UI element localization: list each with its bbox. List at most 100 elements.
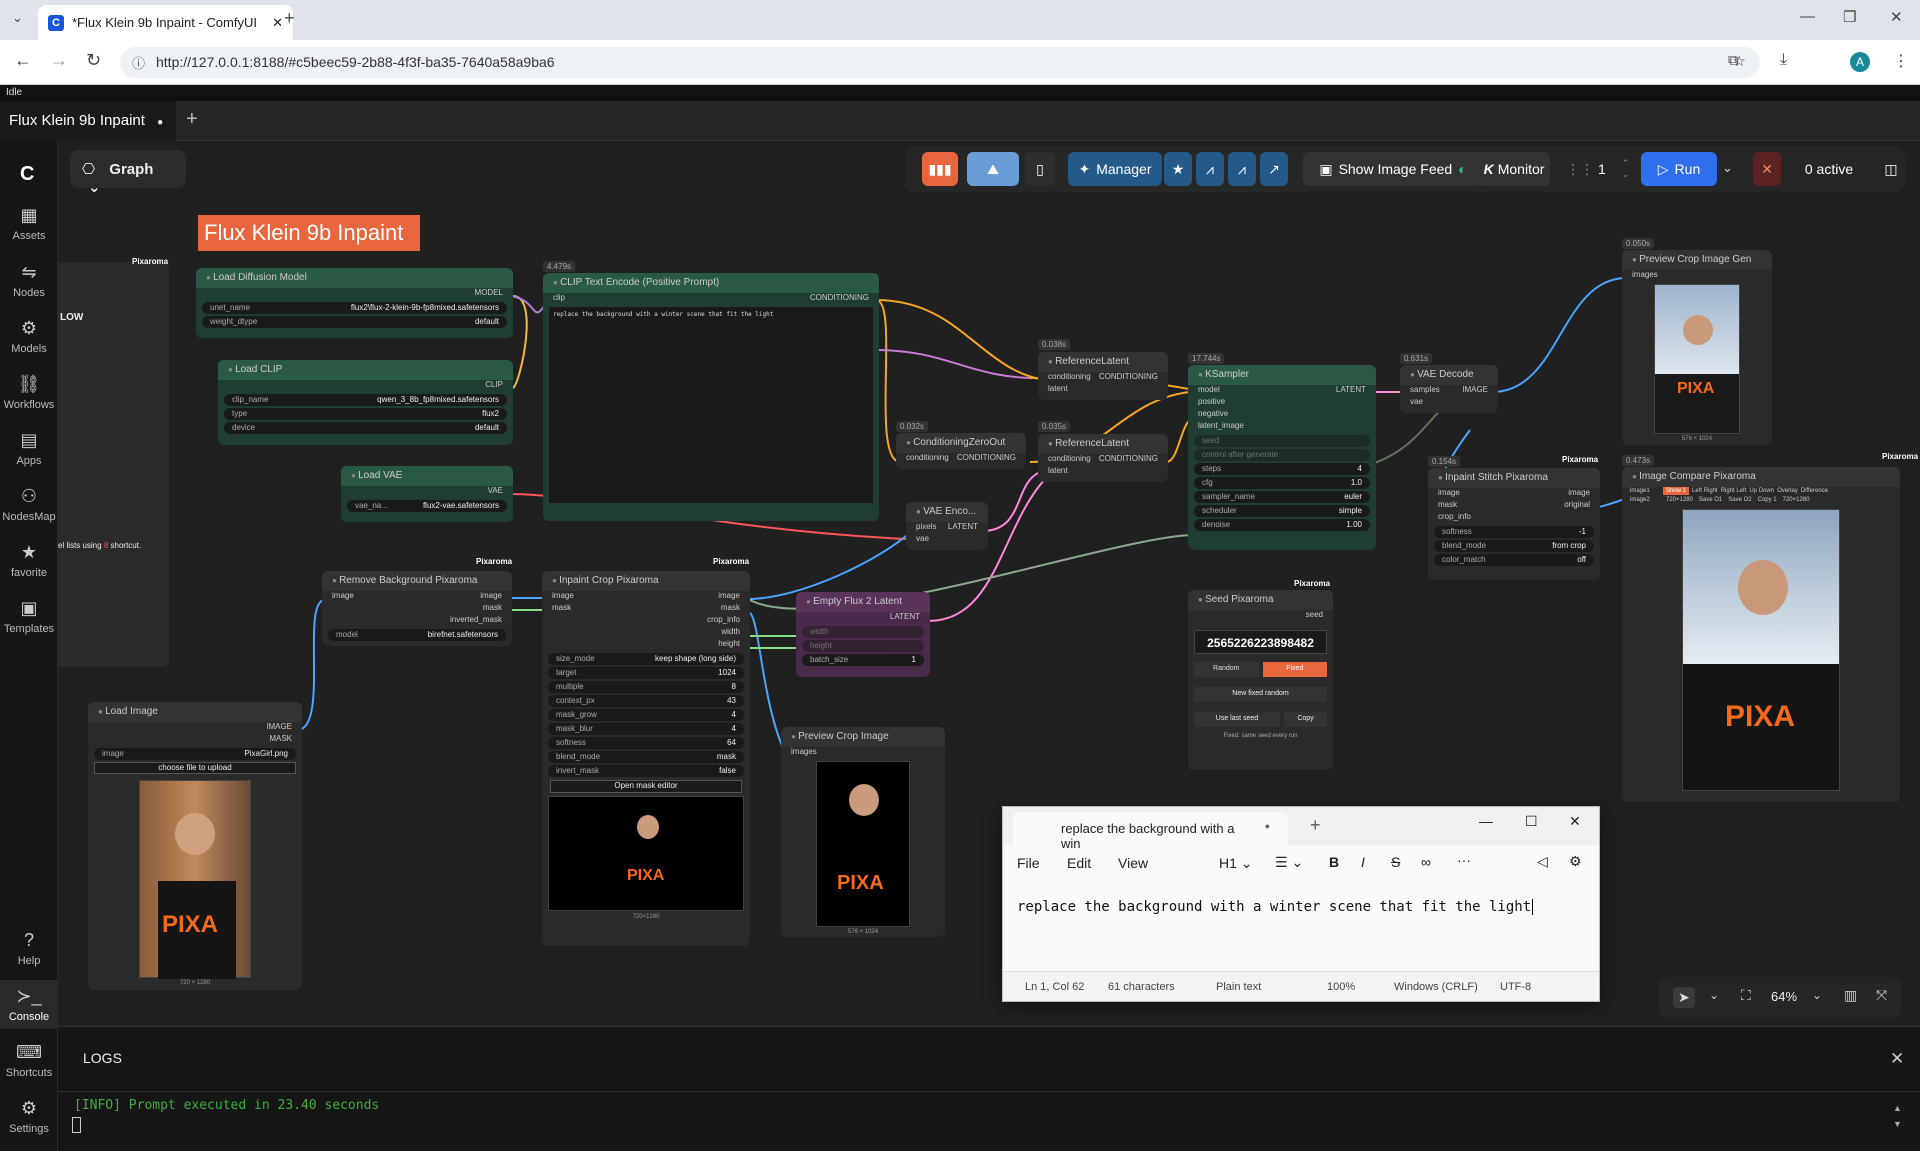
model-widget[interactable]: model birefnet.safetensors (328, 629, 506, 641)
vae-input[interactable]: vae (906, 534, 988, 546)
compare-tab[interactable]: Right Left (1721, 488, 1747, 494)
latent-input[interactable]: latent (1038, 384, 1168, 396)
activity-button[interactable]: ▮▮▮ (922, 152, 958, 186)
compare-tab[interactable]: Left Right (1692, 488, 1718, 494)
vae-decode-node[interactable]: VAE Decode samples IMAGE vae (1400, 365, 1498, 413)
cfg-widget[interactable]: cfg 1.0 (1194, 477, 1370, 489)
sidebar-item-shortcuts[interactable]: ⌨ Shortcuts (0, 1042, 58, 1079)
scheduler-widget[interactable]: scheduler simple (1194, 505, 1370, 517)
group-title[interactable]: Flux Klein 9b Inpaint (198, 215, 420, 251)
sidebar-item-assets[interactable]: ▦ Assets (0, 205, 58, 242)
inpaint-crop-node[interactable]: Inpaint Crop Pixaroma imageimage maskmas… (542, 571, 750, 946)
mask-output[interactable]: mask (322, 603, 512, 615)
chevron-down-icon[interactable]: ⌄ (1812, 988, 1822, 1002)
save-o2-button[interactable]: Save O2 (1728, 497, 1751, 503)
conditioning-io[interactable]: conditioning CONDITIONING (1038, 454, 1168, 466)
sidebar-item-favorite[interactable]: ★ favorite (0, 542, 58, 579)
inpaint-stitch-node[interactable]: Inpaint Stitch Pixaroma image image mask o… (1428, 468, 1600, 580)
compare-tab[interactable]: Show 1 (1663, 487, 1690, 495)
images-input[interactable]: images (781, 747, 945, 759)
zoom-level[interactable]: 64% (1771, 989, 1797, 1004)
manager-button[interactable]: ✦ Manager (1068, 152, 1162, 186)
site-info-icon[interactable]: ⓘ (132, 53, 145, 72)
fixed-button[interactable]: Fixed (1262, 662, 1327, 677)
settings-icon[interactable]: ⚙ (1569, 853, 1582, 870)
seed-node[interactable]: Seed Pixaroma seed 2565226223898482 Rand… (1188, 590, 1333, 770)
load-image-node[interactable]: Load Image IMAGE MASK imagePixaGirl.png … (88, 702, 302, 990)
height-output[interactable]: height (542, 639, 750, 651)
sidebar-item-settings[interactable]: ⚙ Settings (0, 1098, 58, 1135)
image-compare-node[interactable]: Image Compare Pixaroma image1 Show 1 Lef… (1622, 467, 1900, 802)
encoding-label[interactable]: UTF-8 (1500, 981, 1531, 993)
batch-count-input[interactable]: 1 ⌃ ⌄ (1590, 152, 1636, 186)
crop-widget-size-mode[interactable]: size_mode keep shape (long side) (548, 653, 744, 665)
minimize-icon[interactable]: — (1800, 8, 1815, 25)
sidebar-item-console[interactable]: ≻_ Console (0, 980, 58, 1029)
notepad-editor[interactable]: replace the background with a winter sce… (1003, 881, 1599, 971)
link-icon[interactable]: ∞ (1421, 854, 1431, 870)
mask-io[interactable]: mask original (1428, 500, 1600, 512)
images-input[interactable]: images (1622, 270, 1772, 282)
device-widget[interactable]: device default (224, 422, 507, 434)
new-workflow-icon[interactable]: + (186, 108, 198, 131)
crop-widget-target[interactable]: target 1024 (548, 667, 744, 679)
width-output[interactable]: width (542, 627, 750, 639)
share-button[interactable]: ↗ (1260, 152, 1288, 186)
reload-icon[interactable]: ↻ (86, 50, 101, 71)
image-io[interactable]: image image (542, 591, 750, 603)
weight-dtype-widget[interactable]: weight_dtype default (202, 316, 507, 328)
blend-widget[interactable]: blend_mode from crop (1434, 540, 1594, 552)
compare-tab[interactable]: Up Down (1749, 488, 1774, 494)
menu-file[interactable]: File (1017, 855, 1040, 871)
prompt-textarea[interactable]: replace the background with a winter sce… (549, 307, 873, 503)
clip-output[interactable]: CLIP (218, 380, 513, 392)
browser-tab[interactable]: C *Flux Klein 9b Inpaint - ComfyUI ✕ (38, 5, 293, 40)
heading-dropdown[interactable]: H1 ⌄ (1219, 855, 1253, 872)
negative-input[interactable]: negative (1188, 409, 1376, 421)
clip-io[interactable]: clip CONDITIONING (543, 293, 879, 305)
menu-edit[interactable]: Edit (1067, 855, 1091, 871)
close-window-icon[interactable]: ✕ (1890, 8, 1903, 26)
load-clip-node[interactable]: Load CLIP CLIP clip_name qwen_3_8b_fp8mix… (218, 360, 513, 445)
conditioning-io[interactable]: conditioning CONDITIONING (1038, 372, 1168, 384)
format-label[interactable]: Plain text (1216, 981, 1261, 993)
color-match-widget[interactable]: color_match off (1434, 554, 1594, 566)
reference-latent-node[interactable]: ReferenceLatent conditioning CONDITIONING… (1038, 352, 1168, 400)
pixels-io[interactable]: pixels LATENT (906, 522, 988, 534)
scroll-up-icon[interactable]: ▲ (1893, 1103, 1902, 1113)
vae-encode-node[interactable]: VAE Enco... pixels LATENT vae (906, 502, 988, 550)
minimize-icon[interactable]: — (1479, 813, 1493, 829)
inverted-mask-output[interactable]: inverted_mask (322, 615, 512, 627)
image-io[interactable]: image image (322, 591, 512, 603)
copy-button[interactable]: Copy (1284, 712, 1327, 727)
seed-value[interactable]: 2565226223898482 (1194, 630, 1327, 654)
close-tab-icon[interactable]: ✕ (272, 15, 283, 31)
model-io[interactable]: model LATENT (1188, 385, 1376, 397)
samples-io[interactable]: samples IMAGE (1400, 385, 1498, 397)
crop-widget-mask-grow[interactable]: mask_grow 4 (548, 709, 744, 721)
softness-widget[interactable]: softness -1 (1434, 526, 1594, 538)
preview-crop-gen-node[interactable]: Preview Crop Image Gen images PIXA 576 ×… (1622, 250, 1772, 445)
random-button[interactable]: Random (1194, 662, 1259, 677)
sidebar-item-workflows[interactable]: ⛓ Workflows (0, 374, 58, 411)
model-output[interactable]: MODEL (196, 288, 513, 300)
reference-latent-node[interactable]: ReferenceLatent conditioning CONDITIONING… (1038, 434, 1168, 482)
stepper-icon[interactable]: ⌃ ⌄ (1622, 158, 1630, 180)
upload-button[interactable]: choose file to upload (94, 762, 296, 774)
compare-tab[interactable]: Difference (1801, 488, 1828, 494)
strikethrough-icon[interactable]: S (1391, 854, 1400, 870)
conditioning-io[interactable]: conditioning CONDITIONING (896, 453, 1026, 465)
latent-image-input[interactable]: latent_image (1188, 421, 1376, 433)
bookmark-button[interactable]: ▯ (1025, 152, 1055, 186)
browser-menu-icon[interactable]: ⋮ (1893, 51, 1909, 71)
positive-input[interactable]: positive (1188, 397, 1376, 409)
load-vae-node[interactable]: Load VAE VAE vae_na... flux2-vae.safetens… (341, 466, 513, 522)
sidebar-item-nodesmap[interactable]: ⚇ NodesMap (0, 486, 58, 523)
line-ending-label[interactable]: Windows (CRLF) (1394, 981, 1478, 993)
notepad-tab[interactable]: replace the background with a win ● (1013, 812, 1288, 851)
star-tool-button[interactable]: ★ (1164, 152, 1192, 186)
crop-widget-context-px[interactable]: context_px 43 (548, 695, 744, 707)
queue-button[interactable]: 0 active (1792, 152, 1866, 186)
tool-b-button[interactable]: ⩘ (1228, 152, 1256, 186)
back-icon[interactable]: ← (14, 50, 32, 71)
